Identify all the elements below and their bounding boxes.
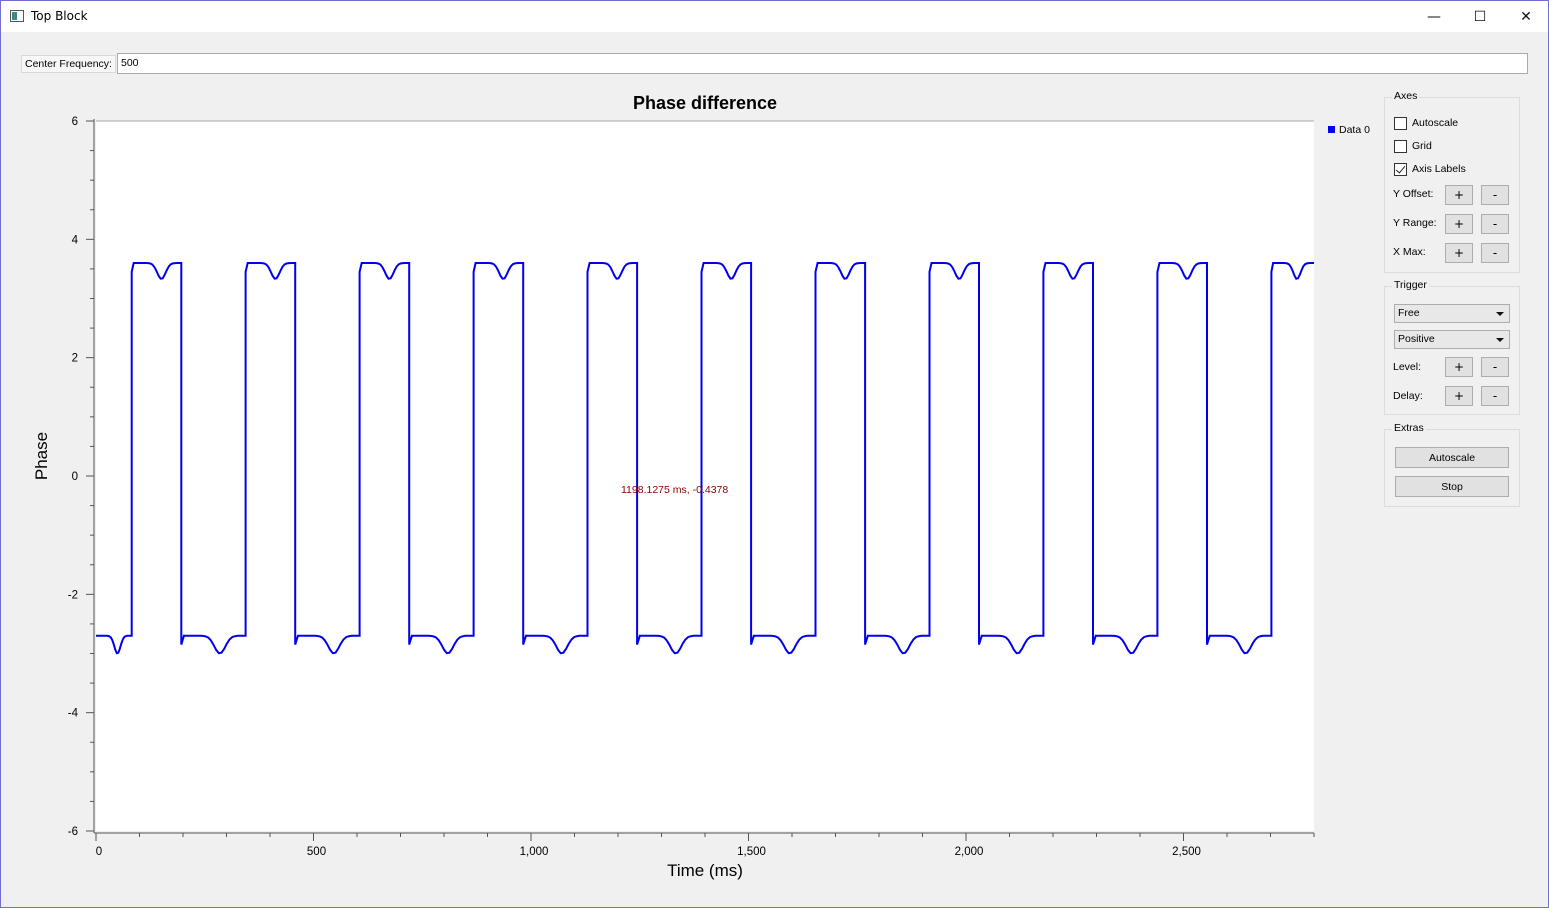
x-max-minus-button[interactable]: - — [1481, 243, 1509, 263]
axis-labels-checkbox-row[interactable]: Axis Labels — [1394, 161, 1466, 177]
x-tick-label: 1,000 — [520, 846, 549, 858]
maximize-button[interactable]: ☐ — [1457, 1, 1503, 32]
y-range-plus-button[interactable]: + — [1445, 214, 1473, 234]
autoscale-button[interactable]: Autoscale — [1395, 447, 1509, 468]
stop-button[interactable]: Stop — [1395, 476, 1509, 497]
y-offset-minus-button[interactable]: - — [1481, 185, 1509, 205]
autoscale-checkbox-row[interactable]: Autoscale — [1394, 115, 1458, 131]
center-frequency-input[interactable]: 500 — [117, 53, 1528, 74]
extras-panel: Extras Autoscale Stop — [1384, 422, 1520, 507]
y-tick-label: 6 — [72, 116, 78, 128]
window-title: Top Block — [31, 9, 88, 23]
y-tick-label: -2 — [68, 589, 78, 601]
trigger-mode-value: Free — [1398, 307, 1420, 319]
minimize-button[interactable]: — — [1411, 1, 1457, 32]
grid-checkbox[interactable] — [1394, 139, 1407, 153]
y-tick-label: -6 — [68, 826, 78, 838]
chevron-down-icon — [1496, 338, 1504, 342]
y-tick-label: 2 — [72, 353, 78, 365]
trigger-mode-select[interactable]: Free — [1394, 304, 1510, 323]
autoscale-checkbox[interactable] — [1394, 116, 1407, 130]
trigger-delay-label: Delay: — [1393, 390, 1423, 402]
autoscale-checkbox-label: Autoscale — [1412, 117, 1459, 129]
x-tick-label: 2,500 — [1172, 846, 1201, 858]
app-icon — [10, 10, 24, 22]
y-tick-label: -4 — [68, 708, 79, 720]
trigger-level-label: Level: — [1393, 361, 1422, 373]
y-tick-label: 0 — [72, 471, 78, 483]
y-offset-label: Y Offset: — [1393, 188, 1434, 200]
axis-labels-checkbox[interactable] — [1394, 162, 1407, 176]
y-range-label: Y Range: — [1393, 217, 1437, 229]
cursor-readout: 1198.1275 ms, -0.4378 — [621, 484, 728, 496]
center-frequency-row: Center Frequency: 500 — [21, 53, 1529, 76]
x-tick-label: 500 — [307, 846, 326, 858]
extras-panel-title: Extras — [1392, 422, 1426, 434]
trigger-delay-minus-button[interactable]: - — [1481, 386, 1509, 406]
grid-checkbox-row[interactable]: Grid — [1394, 138, 1432, 154]
legend-label-data-0: Data 0 — [1339, 124, 1370, 136]
axes-panel-title: Axes — [1392, 90, 1420, 102]
grid-checkbox-label: Grid — [1412, 140, 1432, 152]
x-max-plus-button[interactable]: + — [1445, 243, 1473, 263]
y-axis-title: Phase — [32, 432, 51, 480]
x-tick-label: 0 — [96, 846, 102, 858]
trigger-delay-plus-button[interactable]: + — [1445, 386, 1473, 406]
chevron-down-icon — [1496, 312, 1504, 316]
trigger-slope-value: Positive — [1398, 333, 1435, 345]
plot-canvas — [96, 121, 1314, 831]
trigger-panel-title: Trigger — [1392, 279, 1429, 291]
title-bar[interactable]: Top Block — ☐ ✕ — [1, 1, 1548, 32]
y-offset-plus-button[interactable]: + — [1445, 185, 1473, 205]
trigger-slope-select[interactable]: Positive — [1394, 330, 1510, 349]
y-range-minus-button[interactable]: - — [1481, 214, 1509, 234]
x-tick-label: 1,500 — [737, 846, 766, 858]
center-frequency-label: Center Frequency: — [21, 55, 116, 73]
x-max-label: X Max: — [1393, 246, 1426, 258]
x-tick-label: 2,000 — [955, 846, 984, 858]
trigger-panel: Trigger Free Positive Level: + - Delay: … — [1384, 279, 1520, 415]
legend-swatch-data-0 — [1328, 126, 1335, 133]
close-button[interactable]: ✕ — [1503, 1, 1549, 32]
axes-panel: Axes Autoscale Grid Axis Labels Y Offset… — [1384, 90, 1520, 273]
x-axis-title: Time (ms) — [667, 861, 743, 880]
trigger-level-plus-button[interactable]: + — [1445, 357, 1473, 377]
trigger-level-minus-button[interactable]: - — [1481, 357, 1509, 377]
app-window: Top Block — ☐ ✕ Center Frequency: 500 6 4… — [0, 0, 1549, 908]
chart-title: Phase difference — [633, 93, 777, 113]
y-tick-label: 4 — [72, 234, 79, 246]
phase-plot[interactable]: 6 4 2 0 -2 -4 -6 0 500 1,000 1,500 2,000 2,500 Phase … — [21, 86, 1381, 886]
axis-labels-checkbox-label: Axis Labels — [1412, 163, 1466, 175]
